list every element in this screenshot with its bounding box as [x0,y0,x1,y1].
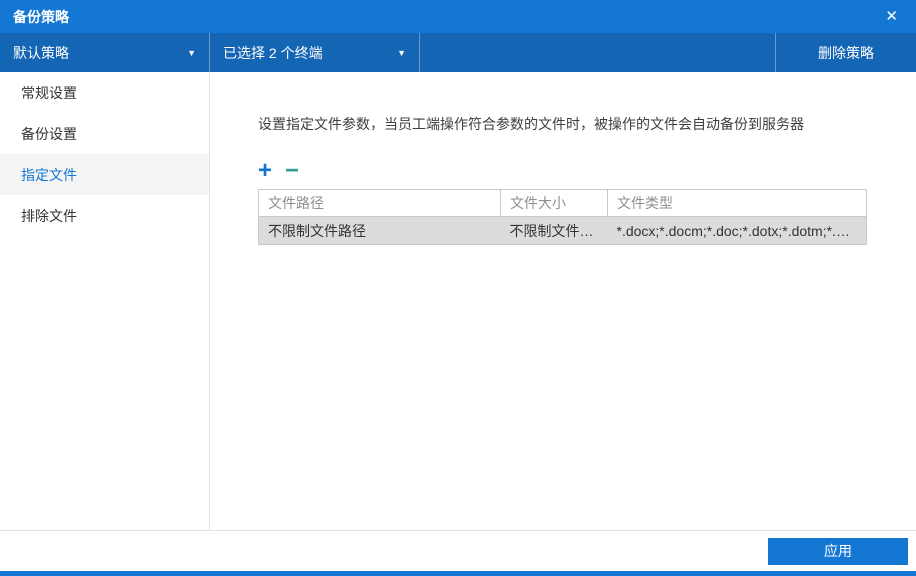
table-header-row: 文件路径 文件大小 文件类型 [258,189,867,217]
dialog-body: 常规设置 备份设置 指定文件 排除文件 设置指定文件参数，当员工端操作符合参数的… [0,72,916,530]
close-icon[interactable]: ✕ [882,7,901,26]
dialog-footer: 应用 [0,530,916,571]
policy-dropdown-value: 默认策略 [13,44,69,61]
sidebar-item-label: 备份设置 [21,125,77,142]
terminal-dropdown-value: 已选择 2 个终端 [223,44,323,61]
column-header-file-type: 文件类型 [607,189,867,217]
specified-files-panel: 设置指定文件参数，当员工端操作符合参数的文件时，被操作的文件会自动备份到服务器 … [210,72,916,530]
cell-file-path: 不限制文件路径 [258,216,501,245]
file-rule-actions: + − [258,159,866,183]
settings-sidebar: 常规设置 备份设置 指定文件 排除文件 [0,72,210,530]
chevron-down-icon: ▼ [187,47,196,58]
delete-policy-button[interactable]: 删除策略 [775,33,916,72]
remove-icon[interactable]: − [285,159,299,183]
policy-dropdown[interactable]: 默认策略 ▼ [0,33,210,72]
column-header-file-size: 文件大小 [500,189,608,217]
add-icon[interactable]: + [258,159,272,183]
chevron-down-icon: ▼ [397,47,406,58]
apply-button[interactable]: 应用 [768,537,908,565]
sidebar-item-specified-files[interactable]: 指定文件 [0,154,209,195]
cell-file-size: 不限制文件大小 [500,216,608,245]
sidebar-item-label: 常规设置 [21,84,77,101]
cell-file-type: *.docx;*.docm;*.doc;*.dotx;*.dotm;*.dot;… [607,216,867,245]
backup-policy-dialog: 备份策略 ✕ 默认策略 ▼ 已选择 2 个终端 ▼ 删除策略 常规设置 备份设置… [0,0,916,576]
file-rules-table: 文件路径 文件大小 文件类型 不限制文件路径 不限制文件大小 *.docx;*.… [258,189,867,245]
table-row[interactable]: 不限制文件路径 不限制文件大小 *.docx;*.docm;*.doc;*.do… [258,216,867,245]
title-bar: 备份策略 ✕ [0,0,916,33]
sidebar-item-label: 指定文件 [21,166,77,183]
sidebar-item-general-settings[interactable]: 常规设置 [0,72,209,113]
column-header-file-path: 文件路径 [258,189,501,217]
policy-toolbar: 默认策略 ▼ 已选择 2 个终端 ▼ 删除策略 [0,33,916,72]
sidebar-item-backup-settings[interactable]: 备份设置 [0,113,209,154]
delete-policy-label: 删除策略 [818,44,874,61]
window-title: 备份策略 [13,8,69,25]
sidebar-item-label: 排除文件 [21,207,77,224]
terminal-dropdown[interactable]: 已选择 2 个终端 ▼ [210,33,420,72]
window-bottom-border [0,571,916,576]
sidebar-item-excluded-files[interactable]: 排除文件 [0,195,209,236]
panel-description: 设置指定文件参数，当员工端操作符合参数的文件时，被操作的文件会自动备份到服务器 [258,116,804,132]
